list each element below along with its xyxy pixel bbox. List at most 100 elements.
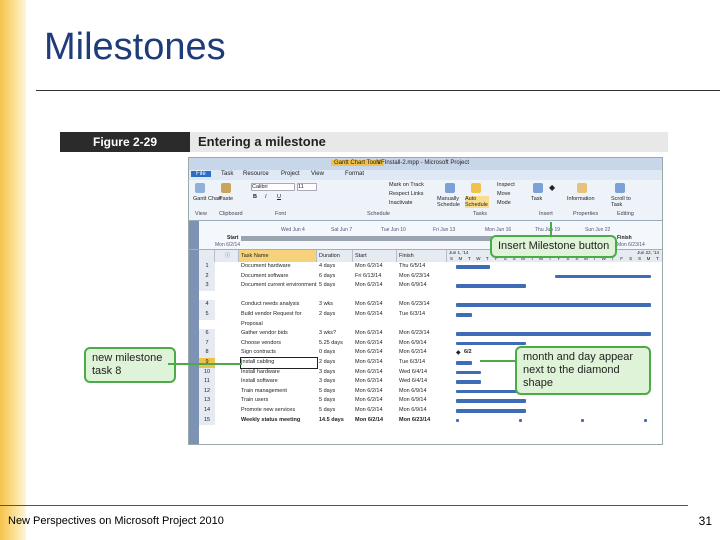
auto-schedule-button[interactable]: Auto Schedule bbox=[465, 196, 489, 208]
column-header-start[interactable]: Start bbox=[353, 250, 397, 262]
task-bar[interactable] bbox=[455, 409, 526, 413]
duration-cell: 3 wks bbox=[319, 301, 334, 308]
auto-schedule-icon[interactable] bbox=[471, 183, 481, 193]
table-row[interactable]: 1 Document hardware 4 days Mon 6/2/14 Thu 6/… bbox=[199, 262, 459, 272]
footer-divider bbox=[0, 505, 688, 506]
column-header-task-name[interactable]: Task Name bbox=[239, 250, 317, 262]
start-cell: Mon 6/2/14 bbox=[355, 359, 383, 365]
task-bar[interactable] bbox=[455, 332, 652, 336]
tab-file[interactable]: File bbox=[191, 171, 211, 177]
row-number: 12 bbox=[199, 386, 215, 397]
scroll-to-task-icon[interactable] bbox=[615, 183, 625, 193]
gantt-chart-icon[interactable] bbox=[195, 183, 205, 193]
milestone-diamond-icon[interactable]: ◆ bbox=[549, 183, 555, 192]
start-cell: Mon 6/2/14 bbox=[355, 378, 383, 385]
task-icon[interactable] bbox=[533, 183, 543, 193]
timeline-date: Sat Jun 7 bbox=[331, 227, 353, 233]
paste-button[interactable]: Paste bbox=[219, 196, 233, 202]
task-bar[interactable] bbox=[554, 274, 652, 279]
table-row[interactable]: 10 Install hardware 3 days Mon 6/2/14 Wed 6/… bbox=[199, 367, 459, 378]
row-number: 2 bbox=[199, 271, 215, 282]
tab-task[interactable]: Task bbox=[221, 171, 233, 177]
group-clipboard: Clipboard bbox=[219, 211, 243, 217]
inactivate-button[interactable]: Inactivate bbox=[389, 200, 413, 206]
mark-on-track-button[interactable]: Mark on Track bbox=[389, 182, 424, 188]
recurring-task-bar bbox=[644, 418, 648, 423]
task-bar[interactable] bbox=[455, 284, 526, 288]
start-cell: Mon 6/2/14 bbox=[355, 368, 383, 375]
task-name-cell: Conduct needs analysis bbox=[241, 301, 300, 308]
table-row[interactable]: 2 Document software 6 days Fri 6/13/14 Mon 6… bbox=[199, 271, 459, 282]
timeline-start-label: Start bbox=[227, 235, 239, 241]
task-name-cell: Install hardware bbox=[241, 368, 280, 375]
task-name-cell: Document hardware bbox=[241, 263, 291, 269]
table-row[interactable]: 4 Conduct needs analysis 3 wks Mon 6/2/14 Mo… bbox=[199, 300, 459, 310]
table-row[interactable]: 6 Gather vendor bids 3 wks? Mon 6/2/14 Mon 6… bbox=[199, 329, 459, 339]
task-name-cell: Train users bbox=[241, 397, 269, 404]
font-name-field[interactable]: Calibri bbox=[251, 183, 295, 191]
task-name-cell: Gather vendor bids bbox=[241, 330, 288, 337]
duration-cell: 3 days bbox=[319, 368, 336, 375]
task-bar[interactable] bbox=[455, 313, 472, 317]
tab-format[interactable]: Format bbox=[345, 171, 364, 177]
italic-button[interactable]: I bbox=[265, 194, 267, 200]
contextual-tab-label: Gantt Chart Tools bbox=[331, 160, 384, 166]
task-bar[interactable] bbox=[455, 303, 652, 307]
tab-project[interactable]: Project bbox=[281, 171, 300, 177]
table-row[interactable]: 7 Choose vendors 5.25 days Mon 6/2/14 Mon 6/… bbox=[199, 338, 459, 349]
duration-cell: 0 days bbox=[319, 349, 336, 356]
information-icon[interactable] bbox=[577, 183, 587, 193]
day-label: S bbox=[638, 256, 642, 261]
row-number: 6 bbox=[199, 329, 215, 339]
task-bar[interactable] bbox=[455, 265, 490, 269]
timeline-date: Thu Jun 19 bbox=[535, 227, 561, 233]
decorative-side-bar bbox=[0, 0, 26, 540]
table-row[interactable]: 3 Document current environment 5 days Mon 6… bbox=[199, 281, 459, 300]
inspect-button[interactable]: Inspect bbox=[497, 182, 515, 188]
recurring-task-bar bbox=[581, 418, 585, 423]
mode-button[interactable]: Mode bbox=[497, 200, 511, 206]
table-row[interactable]: 8 Sign contracts 0 days Mon 6/2/14 Mon 6/2/1… bbox=[199, 348, 459, 358]
start-cell: Mon 6/2/14 bbox=[355, 349, 383, 356]
move-button[interactable]: Move bbox=[497, 191, 510, 197]
tab-resource[interactable]: Resource bbox=[243, 171, 269, 177]
manually-schedule-button[interactable]: Manually Schedule bbox=[437, 196, 463, 208]
start-cell: Fri 6/13/14 bbox=[355, 272, 382, 279]
respect-links-button[interactable]: Respect Links bbox=[389, 191, 424, 197]
column-header-finish[interactable]: Finish bbox=[397, 250, 447, 262]
table-row[interactable]: 14 Promote new services 5 days Mon 6/2/14 Mo… bbox=[199, 406, 459, 416]
timeline-finish-date: Mon 6/23/14 bbox=[617, 242, 645, 248]
callout-arrow bbox=[550, 222, 552, 236]
task-name-cell: Weekly status meeting bbox=[241, 416, 301, 423]
table-row[interactable]: 5 Build vendor Request for Proposal 2 days… bbox=[199, 310, 459, 329]
tab-view[interactable]: View bbox=[311, 171, 324, 177]
table-row[interactable]: 11 Install software 3 days Mon 6/2/14 Wed 6/… bbox=[199, 377, 459, 387]
information-button[interactable]: Information bbox=[567, 196, 595, 202]
duration-cell: 5 days bbox=[319, 387, 336, 394]
title-divider bbox=[36, 90, 720, 91]
start-cell: Mon 6/2/14 bbox=[355, 387, 383, 394]
table-row[interactable]: 12 Train management 5 days Mon 6/2/14 Mon 6/… bbox=[199, 386, 459, 397]
font-size-field[interactable]: 11 bbox=[297, 183, 317, 191]
task-bar[interactable] bbox=[455, 361, 472, 365]
underline-button[interactable]: U bbox=[277, 194, 281, 200]
task-bar[interactable] bbox=[455, 341, 526, 346]
column-header-duration[interactable]: Duration bbox=[317, 250, 353, 262]
bold-button[interactable]: B bbox=[253, 194, 257, 200]
finish-cell: Mon 6/23/14 bbox=[399, 416, 431, 423]
gantt-chart-button[interactable]: Gantt Chart bbox=[193, 196, 221, 202]
table-row[interactable]: 13 Train users 5 days Mon 6/2/14 Mon 6/9/14 bbox=[199, 396, 459, 406]
callout-insert-milestone: Insert Milestone button bbox=[490, 235, 618, 258]
task-button[interactable]: Task bbox=[531, 196, 542, 202]
manually-schedule-icon[interactable] bbox=[445, 183, 455, 193]
timeline-side-label bbox=[189, 221, 199, 249]
task-name-cell: Build vendor Request for Proposal bbox=[241, 311, 302, 327]
task-bar[interactable] bbox=[455, 380, 481, 384]
timeline-finish-label: Finish bbox=[617, 235, 632, 241]
paste-icon[interactable] bbox=[221, 183, 231, 193]
task-bar[interactable] bbox=[455, 370, 481, 375]
table-row[interactable]: 15 Weekly status meeting 14.5 days Mon 6/2/… bbox=[199, 415, 459, 426]
task-bar[interactable] bbox=[455, 399, 526, 403]
ribbon-tabs: File Task Resource Project View Format bbox=[189, 170, 662, 180]
scroll-to-task-button[interactable]: Scroll to Task bbox=[611, 196, 633, 208]
